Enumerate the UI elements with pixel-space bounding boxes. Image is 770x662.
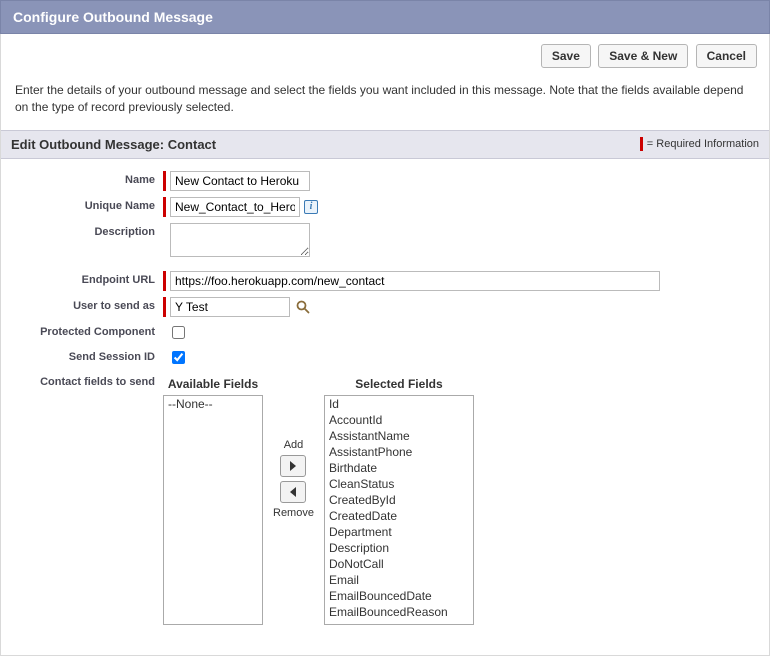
cancel-button[interactable]: Cancel: [696, 44, 757, 68]
required-bar-icon: [163, 171, 166, 191]
info-icon[interactable]: i: [304, 200, 318, 214]
required-bar-icon: [163, 271, 166, 291]
label-contact-fields: Contact fields to send: [9, 373, 163, 388]
description-input[interactable]: [170, 223, 310, 257]
list-item[interactable]: DoNotCall: [325, 556, 473, 572]
row-send-session-id: Send Session ID: [9, 348, 761, 367]
page-title: Configure Outbound Message: [13, 9, 213, 25]
intro-text: Enter the details of your outbound messa…: [1, 74, 769, 130]
row-contact-fields: Contact fields to send Available Fields …: [9, 373, 761, 625]
send-session-id-checkbox[interactable]: [172, 351, 185, 364]
name-input[interactable]: [170, 171, 310, 191]
transfer-buttons: Add Remove: [273, 437, 314, 521]
list-item[interactable]: AssistantPhone: [325, 444, 473, 460]
form-area: Name Unique Name i Description Endpoint: [1, 159, 769, 655]
list-item[interactable]: Department: [325, 524, 473, 540]
dual-list: Available Fields --None-- Add Remove: [163, 377, 474, 625]
available-fields-block: Available Fields --None--: [163, 377, 263, 625]
required-bar-icon: [163, 297, 166, 317]
list-item[interactable]: AssistantName: [325, 428, 473, 444]
list-item[interactable]: EmailBouncedReason: [325, 604, 473, 620]
list-item[interactable]: Birthdate: [325, 460, 473, 476]
button-row: Save Save & New Cancel: [1, 34, 769, 74]
content: Save Save & New Cancel Enter the details…: [0, 34, 770, 656]
label-endpoint-url: Endpoint URL: [9, 271, 163, 286]
required-info-label: = Required Information: [647, 138, 759, 150]
list-item[interactable]: CreatedById: [325, 492, 473, 508]
required-mark-icon: [640, 137, 643, 151]
row-unique-name: Unique Name i: [9, 197, 761, 217]
list-item[interactable]: Id: [325, 396, 473, 412]
save-button[interactable]: Save: [541, 44, 591, 68]
endpoint-url-input[interactable]: [170, 271, 660, 291]
row-endpoint-url: Endpoint URL: [9, 271, 761, 291]
selected-fields-header: Selected Fields: [324, 377, 474, 391]
add-button[interactable]: [280, 455, 306, 477]
required-bar-icon: [163, 197, 166, 217]
row-description: Description: [9, 223, 761, 257]
list-item[interactable]: Email: [325, 572, 473, 588]
remove-button[interactable]: [280, 481, 306, 503]
label-description: Description: [9, 223, 163, 238]
required-info: = Required Information: [640, 137, 759, 151]
label-name: Name: [9, 171, 163, 186]
list-item[interactable]: CleanStatus: [325, 476, 473, 492]
list-item[interactable]: AccountId: [325, 412, 473, 428]
unique-name-input[interactable]: [170, 197, 300, 217]
row-user-to-send-as: User to send as: [9, 297, 761, 317]
list-item[interactable]: Description: [325, 540, 473, 556]
list-item[interactable]: CreatedDate: [325, 508, 473, 524]
save-new-button[interactable]: Save & New: [598, 44, 688, 68]
label-send-session-id: Send Session ID: [9, 348, 163, 363]
row-name: Name: [9, 171, 761, 191]
user-to-send-as-input[interactable]: [170, 297, 290, 317]
selected-fields-block: Selected Fields IdAccountIdAssistantName…: [324, 377, 474, 625]
row-protected-component: Protected Component: [9, 323, 761, 342]
lookup-icon[interactable]: [294, 298, 312, 316]
remove-label: Remove: [273, 507, 314, 519]
available-fields-list[interactable]: --None--: [163, 395, 263, 625]
label-protected-component: Protected Component: [9, 323, 163, 338]
label-unique-name: Unique Name: [9, 197, 163, 212]
section-header: Edit Outbound Message: Contact = Require…: [1, 130, 769, 159]
list-item[interactable]: EmailBouncedDate: [325, 588, 473, 604]
selected-fields-list[interactable]: IdAccountIdAssistantNameAssistantPhoneBi…: [324, 395, 474, 625]
page-header: Configure Outbound Message: [0, 0, 770, 34]
protected-component-checkbox[interactable]: [172, 326, 185, 339]
section-title: Edit Outbound Message: Contact: [11, 137, 216, 152]
label-user-to-send-as: User to send as: [9, 297, 163, 312]
list-item[interactable]: --None--: [164, 396, 262, 412]
add-label: Add: [284, 439, 304, 451]
available-fields-header: Available Fields: [163, 377, 263, 391]
